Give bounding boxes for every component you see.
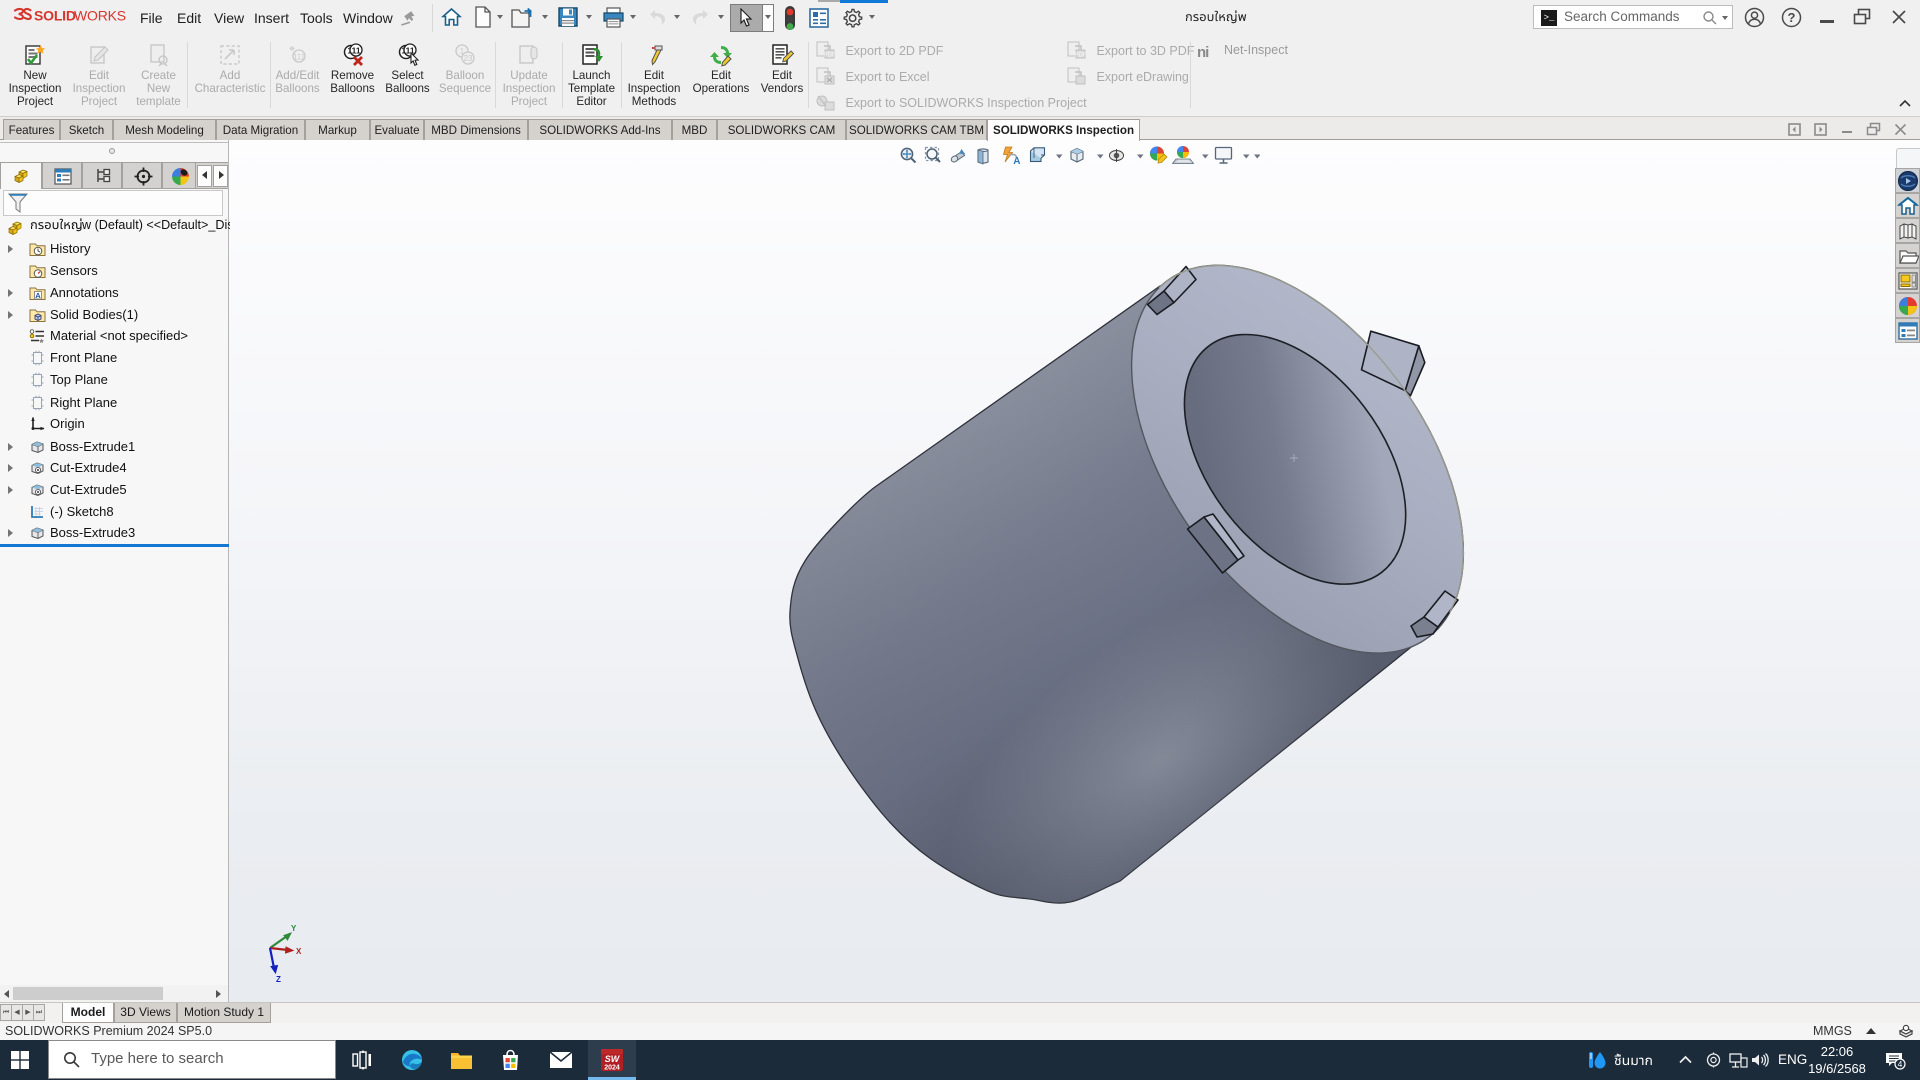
svg-text:23: 23 bbox=[464, 54, 473, 63]
svg-text:Z: Z bbox=[276, 975, 281, 984]
svg-text:A: A bbox=[1013, 156, 1020, 167]
svg-text:Y: Y bbox=[291, 924, 297, 933]
svg-text:X: X bbox=[296, 947, 302, 956]
svg-text:SW: SW bbox=[605, 1054, 621, 1064]
svg-text:111: 111 bbox=[292, 53, 305, 62]
svg-text:4: 4 bbox=[1898, 1059, 1903, 1069]
svg-text:SOLID: SOLID bbox=[34, 8, 76, 24]
svg-text:w (Default) <<Default>_Displ: w (Default) <<Default>_Displ bbox=[81, 218, 230, 232]
svg-text:WORKS: WORKS bbox=[74, 8, 126, 24]
svg-text:?: ? bbox=[1788, 10, 1796, 25]
svg-text:2024: 2024 bbox=[604, 1065, 620, 1072]
svg-text:111: 111 bbox=[401, 46, 415, 56]
svg-text:111: 111 bbox=[347, 46, 361, 56]
svg-text:PDF: PDF bbox=[824, 53, 836, 59]
svg-text:PDF: PDF bbox=[1075, 53, 1087, 59]
